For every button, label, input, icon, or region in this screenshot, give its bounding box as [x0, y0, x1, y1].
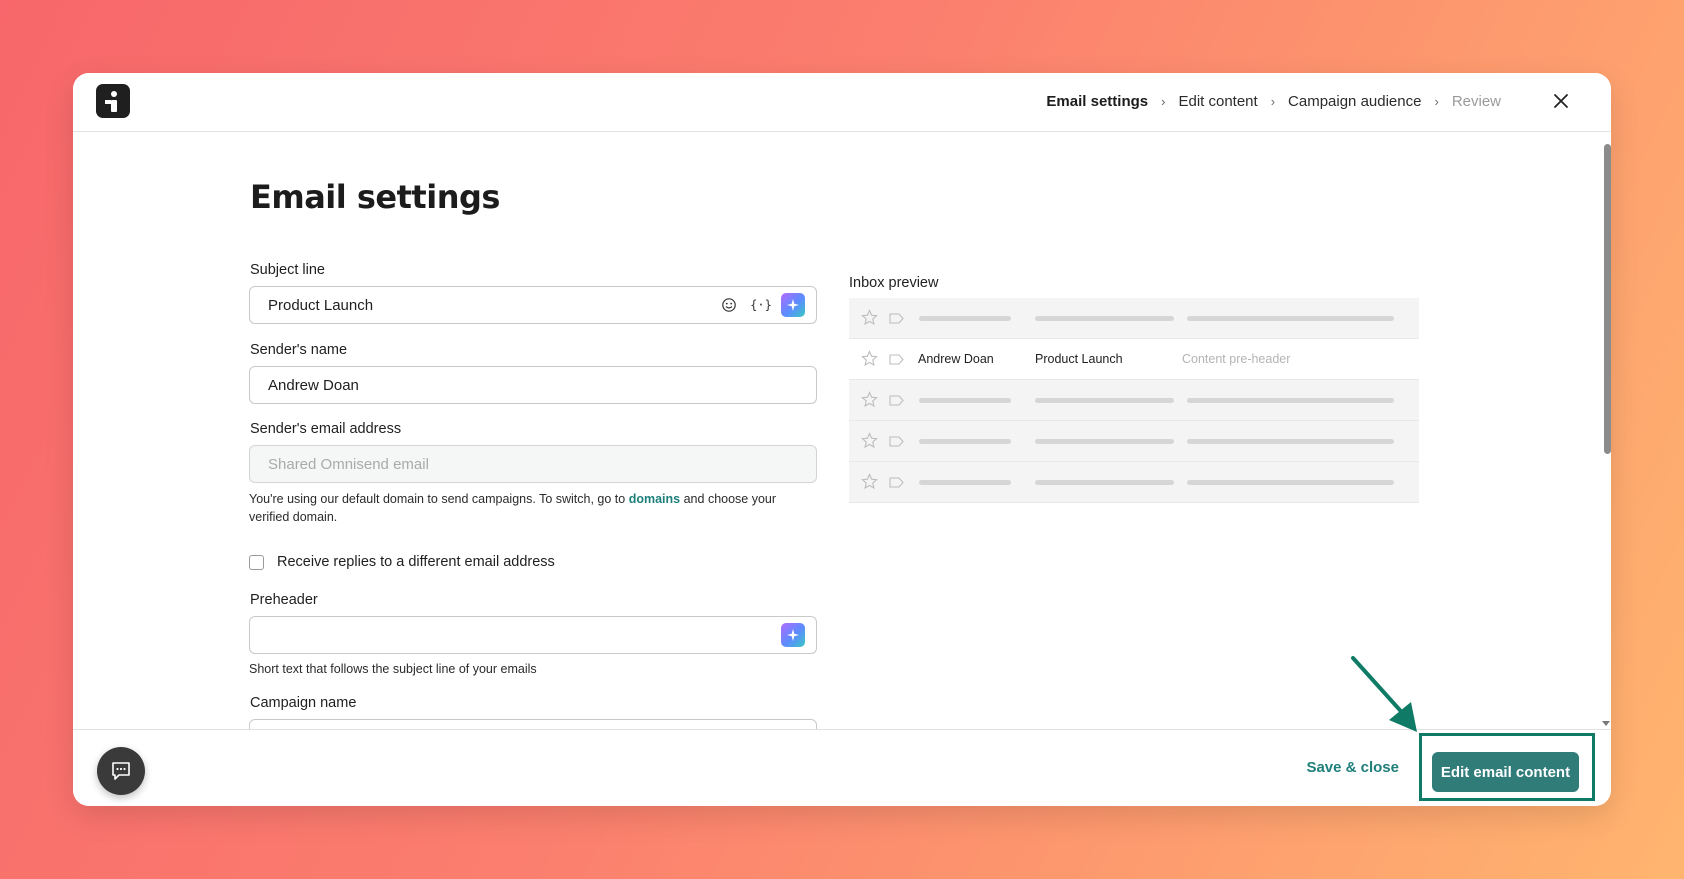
inbox-row-placeholder [849, 421, 1419, 462]
chevron-right-icon: › [1434, 94, 1439, 109]
reply-checkbox-label[interactable]: Receive replies to a different email add… [277, 554, 555, 570]
preheader-field[interactable] [249, 616, 817, 654]
reply-checkbox-row[interactable]: Receive replies to a different email add… [249, 554, 555, 570]
inbox-row-current: Andrew Doan Product Launch Content pre-h… [849, 339, 1419, 380]
star-icon [861, 350, 878, 367]
annotation-arrow-icon [1351, 656, 1417, 732]
sender-name-input[interactable] [266, 375, 710, 395]
reply-checkbox[interactable] [249, 554, 264, 570]
inbox-row-placeholder [849, 462, 1419, 503]
ai-sparkle-button[interactable] [781, 293, 805, 317]
inbox-row-placeholder [849, 298, 1419, 339]
footer-bar: Save & close Edit email content [73, 729, 1611, 806]
chevron-right-icon: › [1161, 94, 1166, 109]
preview-preheader: Content pre-header [1182, 352, 1291, 366]
preheader-input[interactable] [266, 625, 710, 645]
sender-email-input [266, 454, 710, 474]
preheader-label: Preheader [250, 592, 318, 608]
inbox-preview: Inbox preview Andrew Doan Product Launch… [849, 275, 1419, 503]
breadcrumb-review: Review [1451, 93, 1501, 110]
sender-email-label: Sender's email address [250, 421, 402, 437]
preview-sender: Andrew Doan [918, 352, 994, 366]
personalization-tag-icon[interactable]: {·} [749, 293, 773, 317]
label-tag-icon [889, 477, 904, 488]
top-bar: Email settings › Edit content › Campaign… [73, 73, 1611, 132]
star-icon [861, 391, 878, 408]
form-content: Email settings Subject line {·} Sender's… [73, 132, 1611, 730]
star-icon [861, 432, 878, 449]
campaign-name-label: Campaign name [250, 695, 357, 711]
domains-link[interactable]: domains [629, 492, 680, 506]
helper-text: You're using our default domain to send … [249, 492, 626, 506]
subject-label: Subject line [250, 262, 325, 278]
preview-subject: Product Launch [1035, 352, 1123, 366]
ai-sparkle-button[interactable] [781, 623, 805, 647]
chevron-right-icon: › [1270, 94, 1276, 109]
sparkle-icon [787, 299, 799, 311]
star-icon [861, 473, 878, 490]
page-title: Email settings [250, 178, 500, 216]
breadcrumb-campaign-audience[interactable]: Campaign audience [1288, 93, 1421, 110]
scroll-down-icon[interactable] [1602, 721, 1610, 726]
subject-input[interactable] [266, 295, 710, 315]
sender-email-helper: You're using our default domain to send … [249, 490, 809, 526]
label-tag-icon [889, 354, 904, 365]
breadcrumb-edit-content[interactable]: Edit content [1178, 93, 1257, 110]
close-button[interactable] [1547, 87, 1575, 115]
label-tag-icon [889, 313, 904, 324]
scrollbar[interactable] [1604, 144, 1611, 454]
inbox-row-placeholder [849, 380, 1419, 421]
chat-icon [112, 762, 130, 780]
annotation-highlight-box [1419, 733, 1595, 801]
sender-name-field[interactable] [249, 366, 817, 404]
sparkle-icon [787, 629, 799, 641]
breadcrumb-email-settings[interactable]: Email settings [1046, 93, 1148, 110]
label-tag-icon [889, 436, 904, 447]
sender-email-field [249, 445, 817, 483]
breadcrumb: Email settings › Edit content › Campaign… [1046, 93, 1501, 110]
close-icon [1554, 94, 1568, 108]
star-icon [861, 309, 878, 326]
label-tag-icon [889, 395, 904, 406]
sender-name-label: Sender's name [250, 342, 348, 358]
chat-button[interactable] [97, 747, 145, 795]
subject-field[interactable]: {·} [249, 286, 817, 324]
save-close-button[interactable]: Save & close [1306, 759, 1399, 776]
preheader-helper: Short text that follows the subject line… [249, 662, 537, 676]
emoji-icon[interactable] [717, 293, 741, 317]
inbox-preview-title: Inbox preview [849, 275, 939, 291]
omnisend-logo-icon[interactable] [96, 84, 130, 118]
